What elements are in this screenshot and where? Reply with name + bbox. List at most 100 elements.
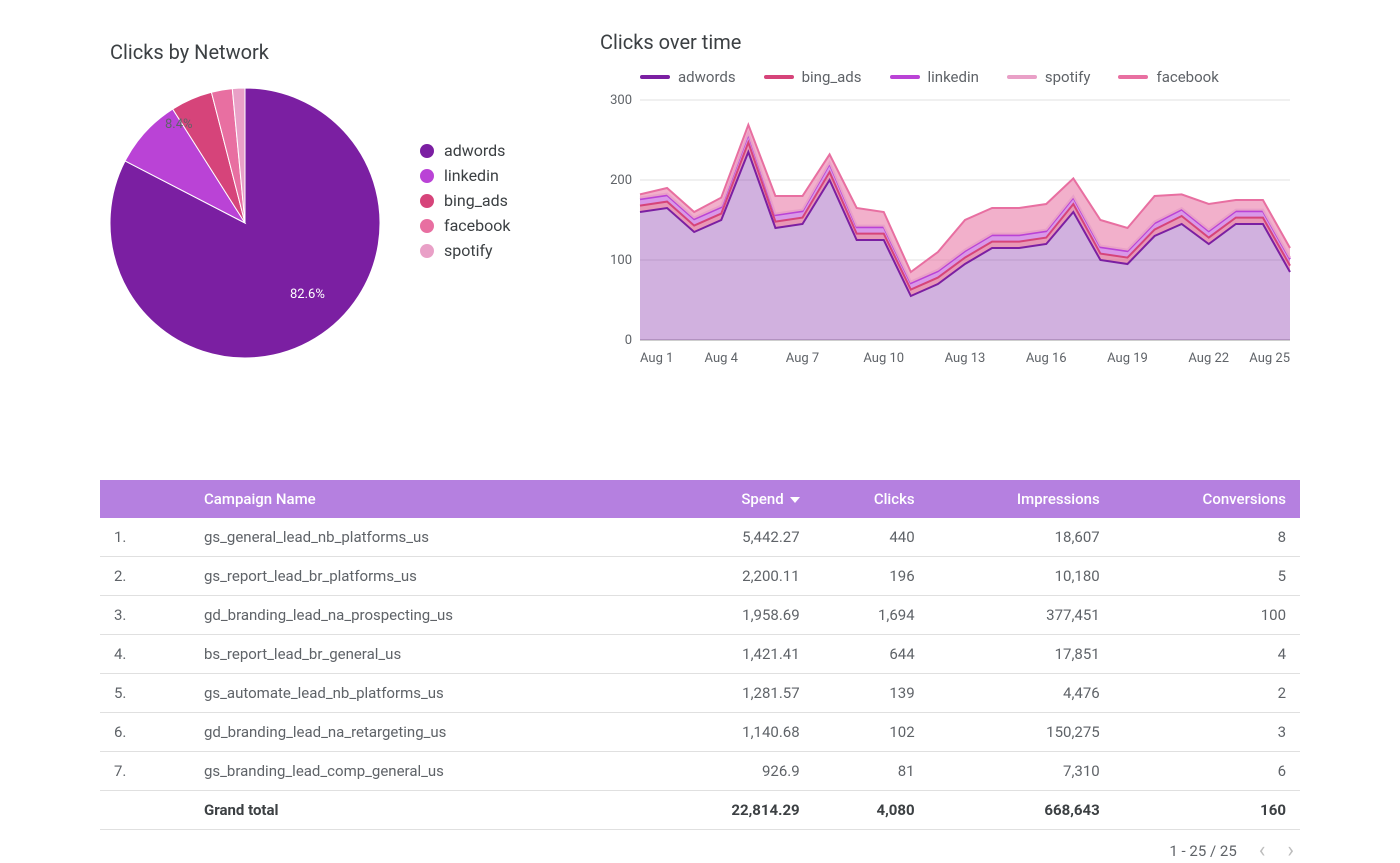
legend-dot-icon [420,169,434,183]
cell-impressions: 377,451 [929,596,1114,635]
cell-idx: 6. [100,713,190,752]
clicks-by-network-card: Clicks by Network 82.6% 8.4% adwords linke… [100,30,560,400]
pie-chart-title: Clicks by Network [110,40,560,64]
col-spend[interactable]: Spend [653,480,814,518]
pager-prev-icon[interactable]: ‹ [1259,840,1266,862]
legend-dot-icon [420,194,434,208]
table-row[interactable]: 6.gd_branding_lead_na_retargeting_us1,14… [100,713,1300,752]
legend-swatch-icon [1118,75,1148,79]
pie-legend: adwords linkedin bing_ads facebook spotify [420,138,510,263]
legend-swatch-icon [1007,75,1037,79]
cell-impressions: 4,476 [929,674,1114,713]
cell-name: gd_branding_lead_na_prospecting_us [190,596,653,635]
col-campaign-name[interactable]: Campaign Name [190,480,653,518]
pie-legend-item-adwords[interactable]: adwords [420,138,510,163]
cell-impressions: 10,180 [929,557,1114,596]
pie-legend-item-linkedin[interactable]: linkedin [420,163,510,188]
line-legend-item-spotify[interactable]: spotify [1007,68,1091,86]
table-header-row: Campaign Name Spend Clicks Impressions C… [100,480,1300,518]
table-row[interactable]: 5.gs_automate_lead_nb_platforms_us1,281.… [100,674,1300,713]
line-legend-item-adwords[interactable]: adwords [640,68,736,86]
legend-label: linkedin [444,166,499,185]
legend-label: bing_ads [444,191,508,210]
col-clicks[interactable]: Clicks [814,480,929,518]
legend-label: facebook [1156,68,1218,86]
legend-dot-icon [420,219,434,233]
pie-legend-item-facebook[interactable]: facebook [420,213,510,238]
cell-idx: 4. [100,635,190,674]
cell-clicks: 1,694 [814,596,929,635]
col-impressions[interactable]: Impressions [929,480,1114,518]
legend-label: adwords [678,68,736,86]
cell-clicks: 440 [814,518,929,557]
pie-legend-item-spotify[interactable]: spotify [420,238,510,263]
pie-chart: 82.6% 8.4% [100,78,390,372]
cell-impressions: 150,275 [929,713,1114,752]
line-chart-title: Clicks over time [600,30,1300,54]
cell-clicks: 81 [814,752,929,791]
cell-name: bs_report_lead_br_general_us [190,635,653,674]
cell-idx [100,791,190,830]
line-legend-item-facebook[interactable]: facebook [1118,68,1218,86]
table-row-grand-total: Grand total22,814.294,080668,643160 [100,791,1300,830]
cell-clicks: 196 [814,557,929,596]
line-legend-item-bing_ads[interactable]: bing_ads [764,68,862,86]
table-row[interactable]: 3.gd_branding_lead_na_prospecting_us1,95… [100,596,1300,635]
legend-dot-icon [420,144,434,158]
cell-spend: 1,140.68 [653,713,814,752]
y-tick-label: 300 [610,93,632,108]
cell-spend: 5,442.27 [653,518,814,557]
cell-idx: 3. [100,596,190,635]
cell-conversions: 4 [1114,635,1300,674]
cell-conversions: 8 [1114,518,1300,557]
cell-spend: 1,958.69 [653,596,814,635]
legend-label: linkedin [928,68,979,86]
cell-name: gs_report_lead_br_platforms_us [190,557,653,596]
x-tick-label: Aug 4 [705,351,739,366]
cell-clicks: 139 [814,674,929,713]
legend-swatch-icon [890,75,920,79]
pie-label-adwords: 82.6% [290,287,325,302]
x-tick-label: Aug 25 [1249,351,1290,366]
pager-range: 1 - 25 / 25 [1169,842,1236,860]
cell-spend: 22,814.29 [653,791,814,830]
cell-conversions: 100 [1114,596,1300,635]
pie-legend-item-bing_ads[interactable]: bing_ads [420,188,510,213]
cell-spend: 1,421.41 [653,635,814,674]
col-conversions[interactable]: Conversions [1114,480,1300,518]
cell-idx: 1. [100,518,190,557]
cell-name: gs_general_lead_nb_platforms_us [190,518,653,557]
table-row[interactable]: 7.gs_branding_lead_comp_general_us926.98… [100,752,1300,791]
y-tick-label: 100 [610,253,632,268]
cell-name: Grand total [190,791,653,830]
sort-desc-icon [790,497,800,503]
table-row[interactable]: 4.bs_report_lead_br_general_us1,421.4164… [100,635,1300,674]
legend-swatch-icon [764,75,794,79]
line-chart-legend: adwords bing_ads linkedin spotify facebook [640,68,1300,86]
cell-impressions: 17,851 [929,635,1114,674]
col-index[interactable] [100,480,190,518]
pager-next-icon[interactable]: › [1287,840,1294,862]
table-row[interactable]: 1.gs_general_lead_nb_platforms_us5,442.2… [100,518,1300,557]
clicks-over-time-card: Clicks over time adwords bing_ads linkedin… [600,30,1300,400]
line-legend-item-linkedin[interactable]: linkedin [890,68,979,86]
cell-conversions: 6 [1114,752,1300,791]
cell-clicks: 4,080 [814,791,929,830]
x-tick-label: Aug 19 [1107,351,1148,366]
cell-idx: 2. [100,557,190,596]
y-tick-label: 0 [625,333,632,348]
line-chart: 0100200300Aug 1Aug 4Aug 7Aug 10Aug 13Aug… [600,90,1300,370]
legend-label: bing_ads [802,68,862,86]
legend-label: spotify [444,241,493,260]
cell-name: gs_automate_lead_nb_platforms_us [190,674,653,713]
cell-clicks: 102 [814,713,929,752]
cell-impressions: 18,607 [929,518,1114,557]
cell-conversions: 2 [1114,674,1300,713]
campaign-table: Campaign Name Spend Clicks Impressions C… [100,480,1300,830]
cell-conversions: 5 [1114,557,1300,596]
cell-name: gd_branding_lead_na_retargeting_us [190,713,653,752]
x-tick-label: Aug 22 [1188,351,1229,366]
table-row[interactable]: 2.gs_report_lead_br_platforms_us2,200.11… [100,557,1300,596]
legend-label: facebook [444,216,510,235]
pie-label-linkedin: 8.4% [165,117,193,132]
